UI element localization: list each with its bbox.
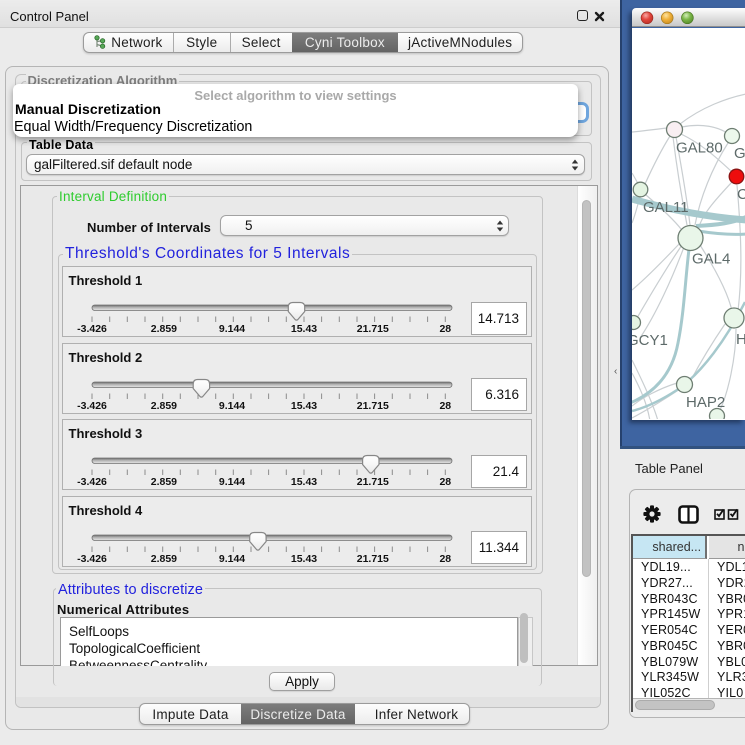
- svg-text:GAL80: GAL80: [676, 140, 723, 157]
- svg-text:9.144: 9.144: [219, 400, 245, 412]
- svg-text:GAL4: GAL4: [692, 251, 730, 268]
- svg-text:21.715: 21.715: [357, 400, 389, 412]
- svg-text:9.144: 9.144: [219, 323, 245, 335]
- svg-text:15.43: 15.43: [291, 476, 317, 488]
- svg-text:2.859: 2.859: [151, 553, 177, 565]
- svg-text:-3.426: -3.426: [77, 323, 107, 335]
- svg-text:HMG: HMG: [736, 331, 745, 348]
- svg-text:CDC6: CDC6: [737, 186, 745, 203]
- svg-text:28: 28: [439, 400, 451, 412]
- svg-text:15.43: 15.43: [291, 400, 317, 412]
- svg-text:28: 28: [439, 476, 451, 488]
- svg-text:21.715: 21.715: [357, 553, 389, 565]
- svg-text:15.43: 15.43: [291, 323, 317, 335]
- svg-text:-3.426: -3.426: [77, 553, 107, 565]
- svg-text:GCY1: GCY1: [632, 332, 668, 349]
- svg-text:9.144: 9.144: [219, 553, 245, 565]
- svg-text:GAL2: GAL2: [734, 145, 745, 162]
- svg-text:21.715: 21.715: [357, 476, 389, 488]
- svg-text:-3.426: -3.426: [77, 476, 107, 488]
- svg-text:2.859: 2.859: [151, 400, 177, 412]
- svg-text:HAP2: HAP2: [686, 394, 725, 411]
- svg-text:GAL11: GAL11: [643, 199, 689, 216]
- svg-text:21.715: 21.715: [357, 323, 389, 335]
- svg-text:2.859: 2.859: [151, 476, 177, 488]
- svg-text:9.144: 9.144: [219, 476, 245, 488]
- svg-text:15.43: 15.43: [291, 553, 317, 565]
- svg-text:28: 28: [439, 323, 451, 335]
- svg-text:2.859: 2.859: [151, 323, 177, 335]
- svg-text:28: 28: [439, 553, 451, 565]
- svg-text:-3.426: -3.426: [77, 400, 107, 412]
